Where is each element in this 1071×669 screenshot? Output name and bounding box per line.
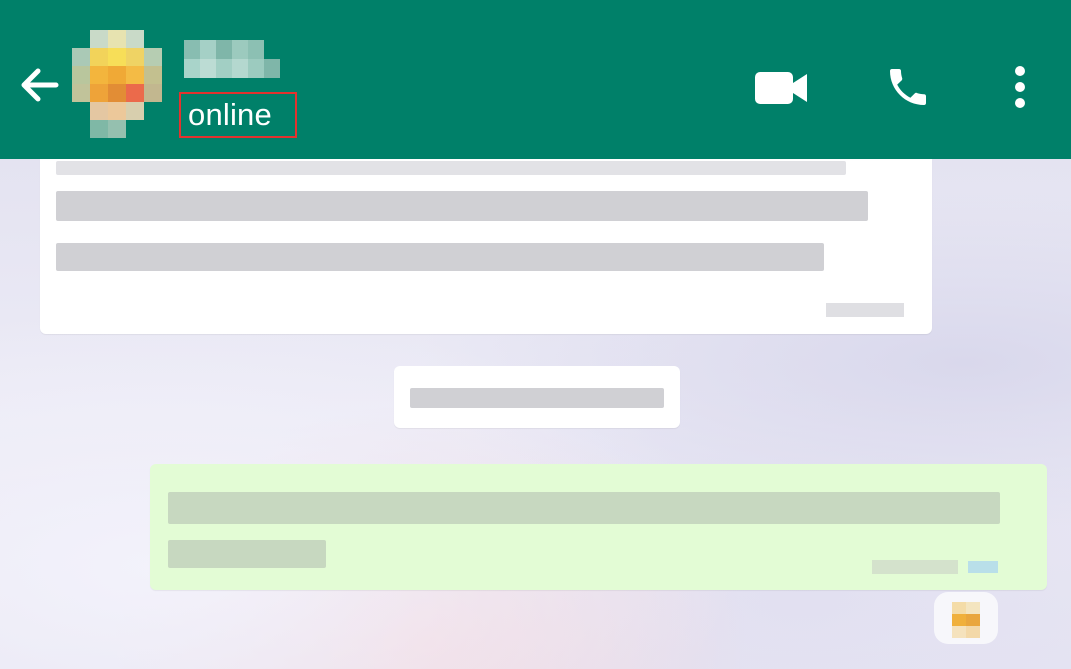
blurred-text-line [56,191,868,221]
chat-header: online [0,0,1071,159]
contact-status: online [188,97,272,132]
arrow-left-icon [21,68,59,102]
more-options-button[interactable] [1000,58,1040,116]
message-time [826,303,904,317]
outgoing-message-bubble[interactable] [150,464,1047,590]
video-call-button[interactable] [748,62,814,114]
date-separator [394,366,680,428]
video-camera-icon [755,72,807,104]
message-time [872,560,958,574]
blurred-text-line [168,540,326,568]
reaction-emoji-icon[interactable] [934,592,998,644]
back-button[interactable] [14,58,66,112]
blurred-text-line [56,161,846,175]
phone-icon [890,69,926,105]
blurred-text-line [168,492,1000,524]
kebab-menu-icon [1015,66,1025,108]
contact-name[interactable] [184,40,280,78]
contact-avatar[interactable] [72,30,162,138]
incoming-message-bubble[interactable] [40,159,932,334]
blurred-date-text [410,388,664,408]
blurred-text-line [56,243,824,271]
voice-call-button[interactable] [878,58,938,116]
read-receipt-icon [968,561,998,573]
